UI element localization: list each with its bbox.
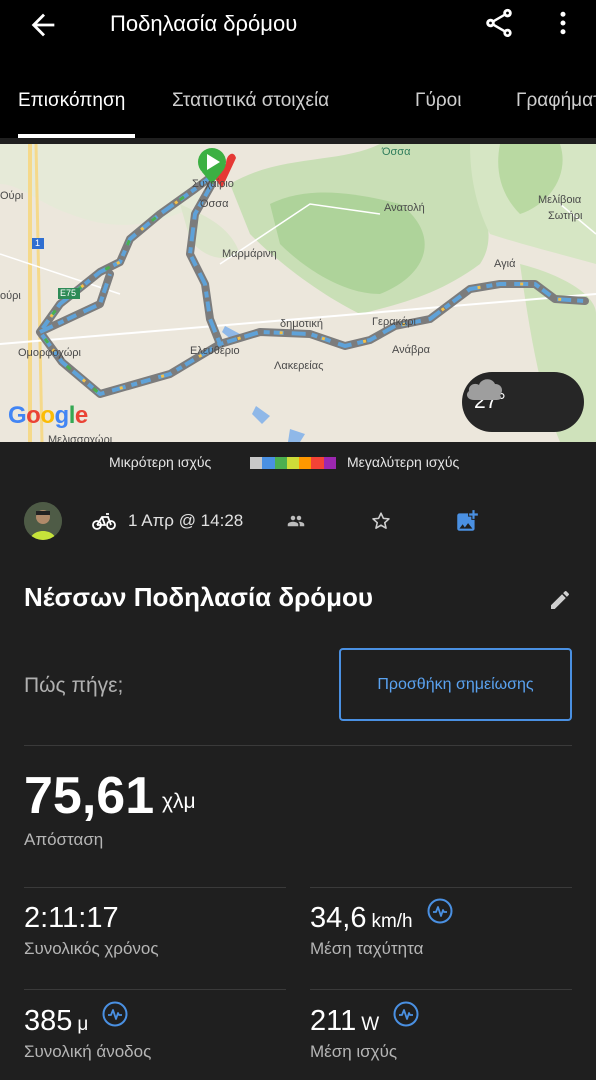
google-logo: Google xyxy=(8,402,88,429)
avg-power-value: 211 xyxy=(310,1005,357,1037)
avatar[interactable] xyxy=(24,502,62,540)
page-title: Ποδηλασία δρόμου xyxy=(110,11,298,36)
power-color-scale xyxy=(250,457,336,469)
map-label: Όσσα xyxy=(200,198,229,210)
distance-label: Απόσταση xyxy=(24,830,104,849)
distance-unit: χλμ xyxy=(162,790,196,813)
total-ascent-label: Συνολική άνοδος xyxy=(24,1042,152,1061)
share-icon[interactable] xyxy=(482,6,516,40)
highway-e75-label: E75 xyxy=(60,288,77,298)
avg-speed-value: 34,6 xyxy=(310,902,367,934)
legend-high-label: Μεγαλύτερη ισχύς xyxy=(347,454,460,470)
activity-chart-icon[interactable] xyxy=(427,898,453,924)
map-label: Ανάβρα xyxy=(392,344,430,356)
total-ascent-stat: 385 μ Συνολική άνοδος xyxy=(24,1001,152,1062)
map-label: ούρι xyxy=(0,290,21,302)
map-label: Ελευθέριο xyxy=(190,345,240,357)
more-options-icon[interactable] xyxy=(548,6,578,40)
cloud-icon xyxy=(466,379,503,400)
avg-power-unit: W xyxy=(361,1014,380,1035)
total-ascent-value: 385 xyxy=(24,1005,73,1037)
map-label: Ούρι xyxy=(0,190,24,202)
activity-info-row: 1 Απρ @ 14:28 xyxy=(0,500,596,544)
tab-bar: Επισκόπηση Στατιστικά στοιχεία Γύροι Γρα… xyxy=(0,84,596,138)
activity-name: Νέσσων Ποδηλασία δρόμου xyxy=(24,582,374,612)
avg-speed-unit: km/h xyxy=(371,911,413,932)
map-label: Γερακάρι xyxy=(372,316,417,328)
map-label: Αγιά xyxy=(494,258,516,270)
star-icon[interactable] xyxy=(370,510,392,532)
tab-laps[interactable]: Γύροι xyxy=(415,90,461,112)
active-tab-indicator xyxy=(18,134,135,138)
edit-pencil-icon[interactable] xyxy=(548,588,572,612)
total-time-label: Συνολικός χρόνος xyxy=(24,939,159,958)
divider xyxy=(310,887,572,888)
map-label: Μελίβοια xyxy=(538,194,582,206)
divider xyxy=(310,989,572,990)
total-time-stat: 2:11:17 Συνολικός χρόνος xyxy=(24,902,159,959)
group-icon[interactable] xyxy=(286,512,306,530)
avg-power-stat: 211 W Μέση ισχύς xyxy=(310,1001,419,1062)
bike-icon xyxy=(92,513,116,530)
activity-chart-icon[interactable] xyxy=(393,1001,419,1027)
tab-statistics[interactable]: Στατιστικά στοιχεία xyxy=(172,90,329,112)
divider xyxy=(24,887,286,888)
total-time-value: 2:11:17 xyxy=(24,902,119,934)
weather-chip[interactable]: 27° xyxy=(462,372,584,432)
power-legend: Μικρότερη ισχύς Μεγαλύτερη ισχύς xyxy=(0,452,596,474)
map-label: Λακερείας xyxy=(274,360,324,372)
activity-chart-icon[interactable] xyxy=(102,1001,128,1027)
divider xyxy=(24,989,286,990)
avg-speed-stat: 34,6 km/h Μέση ταχύτητα xyxy=(310,898,453,959)
tab-charts[interactable]: Γραφήματα xyxy=(516,90,596,112)
map-label: Όσσα xyxy=(382,146,411,158)
divider xyxy=(24,745,572,746)
tab-overview[interactable]: Επισκόπηση xyxy=(18,90,125,112)
back-arrow-icon[interactable] xyxy=(26,8,60,42)
map-label: Σωτήρι xyxy=(548,210,583,222)
map-label: Ομορφοχώρι xyxy=(18,347,81,359)
add-note-button[interactable]: Προσθήκη σημείωσης xyxy=(339,648,572,721)
activity-date: 1 Απρ @ 14:28 xyxy=(128,511,244,530)
map-label: Μαρμάρινη xyxy=(222,248,277,260)
avg-power-label: Μέση ισχύς xyxy=(310,1042,398,1061)
legend-low-label: Μικρότερη ισχύς xyxy=(109,454,212,470)
avg-speed-label: Μέση ταχύτητα xyxy=(310,939,424,958)
distance-value: 75,61 xyxy=(24,767,155,825)
map-label: Συχαίριο xyxy=(192,178,234,190)
add-photo-icon[interactable] xyxy=(454,508,480,534)
map-label: Ανατολή xyxy=(384,202,425,214)
map-label: Μελισσοχώρι xyxy=(48,434,113,442)
total-ascent-unit: μ xyxy=(77,1014,89,1035)
highway-1-label: 1 xyxy=(35,238,41,248)
top-app-bar: Ποδηλασία δρόμου Επισκόπηση Στατιστικά σ… xyxy=(0,0,596,138)
route-map[interactable]: Όσσα Συχαίριο Όσσα Ανατολή Μελίβοια Σωτή… xyxy=(0,144,596,442)
how-did-it-go-prompt: Πώς πήγε; xyxy=(24,674,124,697)
map-label: δημοτική xyxy=(280,318,323,330)
